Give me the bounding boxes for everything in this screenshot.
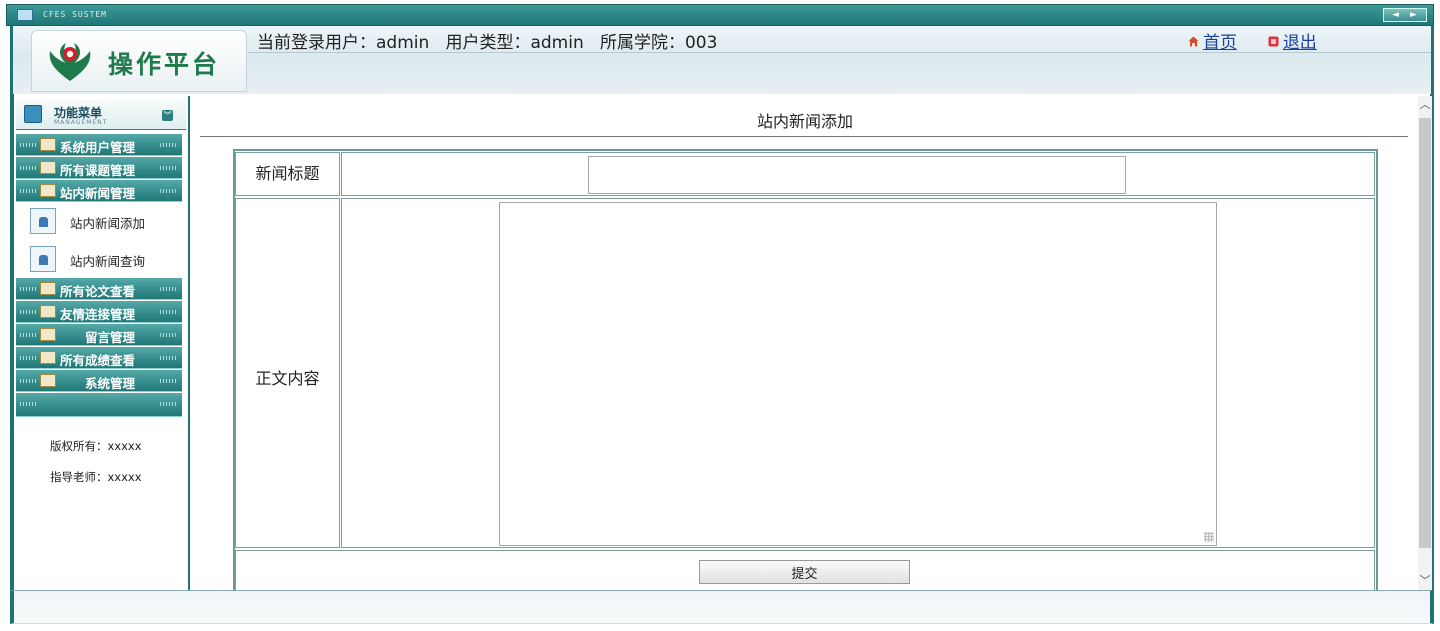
menu-header: 功能菜单 MANAGEMENT ︾: [16, 100, 186, 130]
sidebar-item-label: 所有成绩查看: [60, 353, 136, 368]
advisor-text: 指导老师：xxxxx: [50, 470, 142, 484]
title-divider: [200, 136, 1408, 137]
sidebar-item-grades[interactable]: 所有成绩查看: [16, 347, 182, 369]
sidebar-item-label: 所有课题管理: [60, 163, 136, 178]
scroll-up-icon[interactable]: ︿: [1418, 96, 1432, 114]
bottom-bar: [10, 590, 1434, 624]
sidebar-subitem-news-add[interactable]: 站内新闻添加: [30, 204, 180, 238]
page-title: 站内新闻添加: [756, 112, 853, 131]
bar-dots-left: [20, 356, 36, 360]
bar-dots-right: [160, 402, 176, 406]
resize-grip-icon[interactable]: [1204, 532, 1214, 542]
menu-subtitle: MANAGEMENT: [54, 119, 108, 126]
bar-dots-left: [20, 402, 36, 406]
sidebar-item-system[interactable]: 系统管理: [16, 370, 182, 392]
bar-dots-left: [20, 143, 36, 147]
main-content: 站内新闻添加 新闻标题 正文内容 提交: [192, 96, 1418, 595]
bar-dots-right: [160, 379, 176, 383]
sidebar-item-label: 系统用户管理: [60, 140, 136, 155]
folder-icon: [40, 138, 56, 151]
window-title-bar: CFES SUSTEM ◄ ►: [6, 4, 1434, 26]
bar-dots-right: [160, 287, 176, 291]
bar-dots-right: [160, 166, 176, 170]
news-query-icon: [30, 246, 56, 272]
sidebar-item-label: 所有论文查看: [60, 284, 136, 299]
menu-collapse-icon[interactable]: ︾: [162, 110, 173, 121]
sidebar-item-label: 站内新闻管理: [60, 186, 136, 201]
sidebar: 功能菜单 MANAGEMENT ︾ 系统用户管理 所有课题管理 站内新闻管理 站…: [14, 96, 190, 590]
logout-link[interactable]: 退出: [1283, 33, 1317, 53]
sidebar-item-system-users[interactable]: 系统用户管理: [16, 134, 182, 156]
bar-dots-left: [20, 310, 36, 314]
scrollbar-thumb[interactable]: [1419, 118, 1431, 548]
body-label-cell: 正文内容: [235, 198, 340, 548]
sidebar-subitem-news-query[interactable]: 站内新闻查询: [30, 242, 180, 276]
sidebar-subitem-label: 站内新闻查询: [70, 254, 146, 269]
window-title: CFES SUSTEM: [43, 10, 107, 19]
bar-dots-right: [160, 356, 176, 360]
title-label-cell: 新闻标题: [235, 152, 340, 196]
copyright-text: 版权所有：xxxxx: [50, 439, 142, 453]
sidebar-item-links[interactable]: 友情连接管理: [16, 301, 182, 323]
logout-icon: [1268, 36, 1279, 47]
home-link[interactable]: 首页: [1203, 33, 1237, 53]
logo: 操作平台: [31, 30, 247, 92]
sidebar-item-papers[interactable]: 所有论文查看: [16, 278, 182, 300]
bar-dots-right: [160, 310, 176, 314]
home-icon: [1188, 36, 1199, 47]
bar-dots-right: [160, 143, 176, 147]
nav-left-icon[interactable]: ◄: [1392, 9, 1399, 21]
title-label: 新闻标题: [255, 164, 320, 183]
bank-logo-icon: [49, 43, 91, 81]
submit-button[interactable]: 提交: [699, 560, 910, 584]
sidebar-item-label: 留言管理: [84, 330, 135, 345]
bar-dots-left: [20, 287, 36, 291]
sidebar-item-news[interactable]: 站内新闻管理: [16, 180, 182, 202]
scroll-down-icon[interactable]: ﹀: [1418, 572, 1432, 590]
nav-right-icon[interactable]: ►: [1410, 9, 1417, 21]
window-nav-buttons[interactable]: ◄ ►: [1383, 8, 1427, 22]
sidebar-subitem-label: 站内新闻添加: [70, 216, 146, 231]
bar-dots-left: [20, 189, 36, 193]
folder-icon: [40, 305, 56, 318]
sidebar-item-label: 系统管理: [84, 376, 135, 391]
folder-icon: [40, 282, 56, 295]
vertical-scrollbar[interactable]: ︿ ﹀: [1418, 96, 1432, 590]
bar-dots-right: [160, 333, 176, 337]
news-body-textarea[interactable]: [499, 202, 1217, 546]
sidebar-item-messages[interactable]: 留言管理: [16, 324, 182, 346]
logo-text: 操作平台: [108, 50, 221, 79]
body-label: 正文内容: [255, 369, 320, 388]
sidebar-item-topics[interactable]: 所有课题管理: [16, 157, 182, 179]
folder-icon: [40, 161, 56, 174]
sidebar-item-label: 友情连接管理: [60, 307, 136, 322]
window-monitor-icon: [17, 9, 33, 21]
user-info: 当前登录用户：admin 用户类型：admin 所属学院：003: [257, 33, 718, 53]
folder-icon: [40, 351, 56, 364]
bar-dots-right: [160, 189, 176, 193]
top-links: 首页 退出: [1188, 28, 1317, 53]
news-title-input[interactable]: [588, 156, 1126, 194]
folder-icon: [40, 184, 56, 197]
sidebar-footer-bar: [16, 393, 182, 417]
news-add-icon: [30, 208, 56, 234]
bar-dots-left: [20, 166, 36, 170]
menu-book-icon: [24, 105, 42, 123]
header: 操作平台 当前登录用户：admin 用户类型：admin 所属学院：003 首页…: [10, 26, 1434, 94]
